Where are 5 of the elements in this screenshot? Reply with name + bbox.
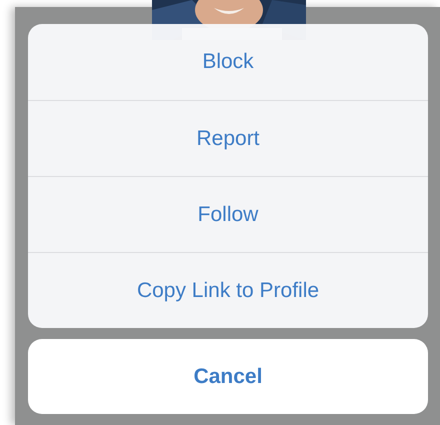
action-button[interactable]: Block: [28, 24, 428, 100]
cancel-button[interactable]: Cancel: [28, 339, 428, 414]
action-button[interactable]: Follow: [28, 176, 428, 252]
action-button[interactable]: Report: [28, 100, 428, 176]
action-button[interactable]: Copy Link to Profile: [28, 252, 428, 328]
